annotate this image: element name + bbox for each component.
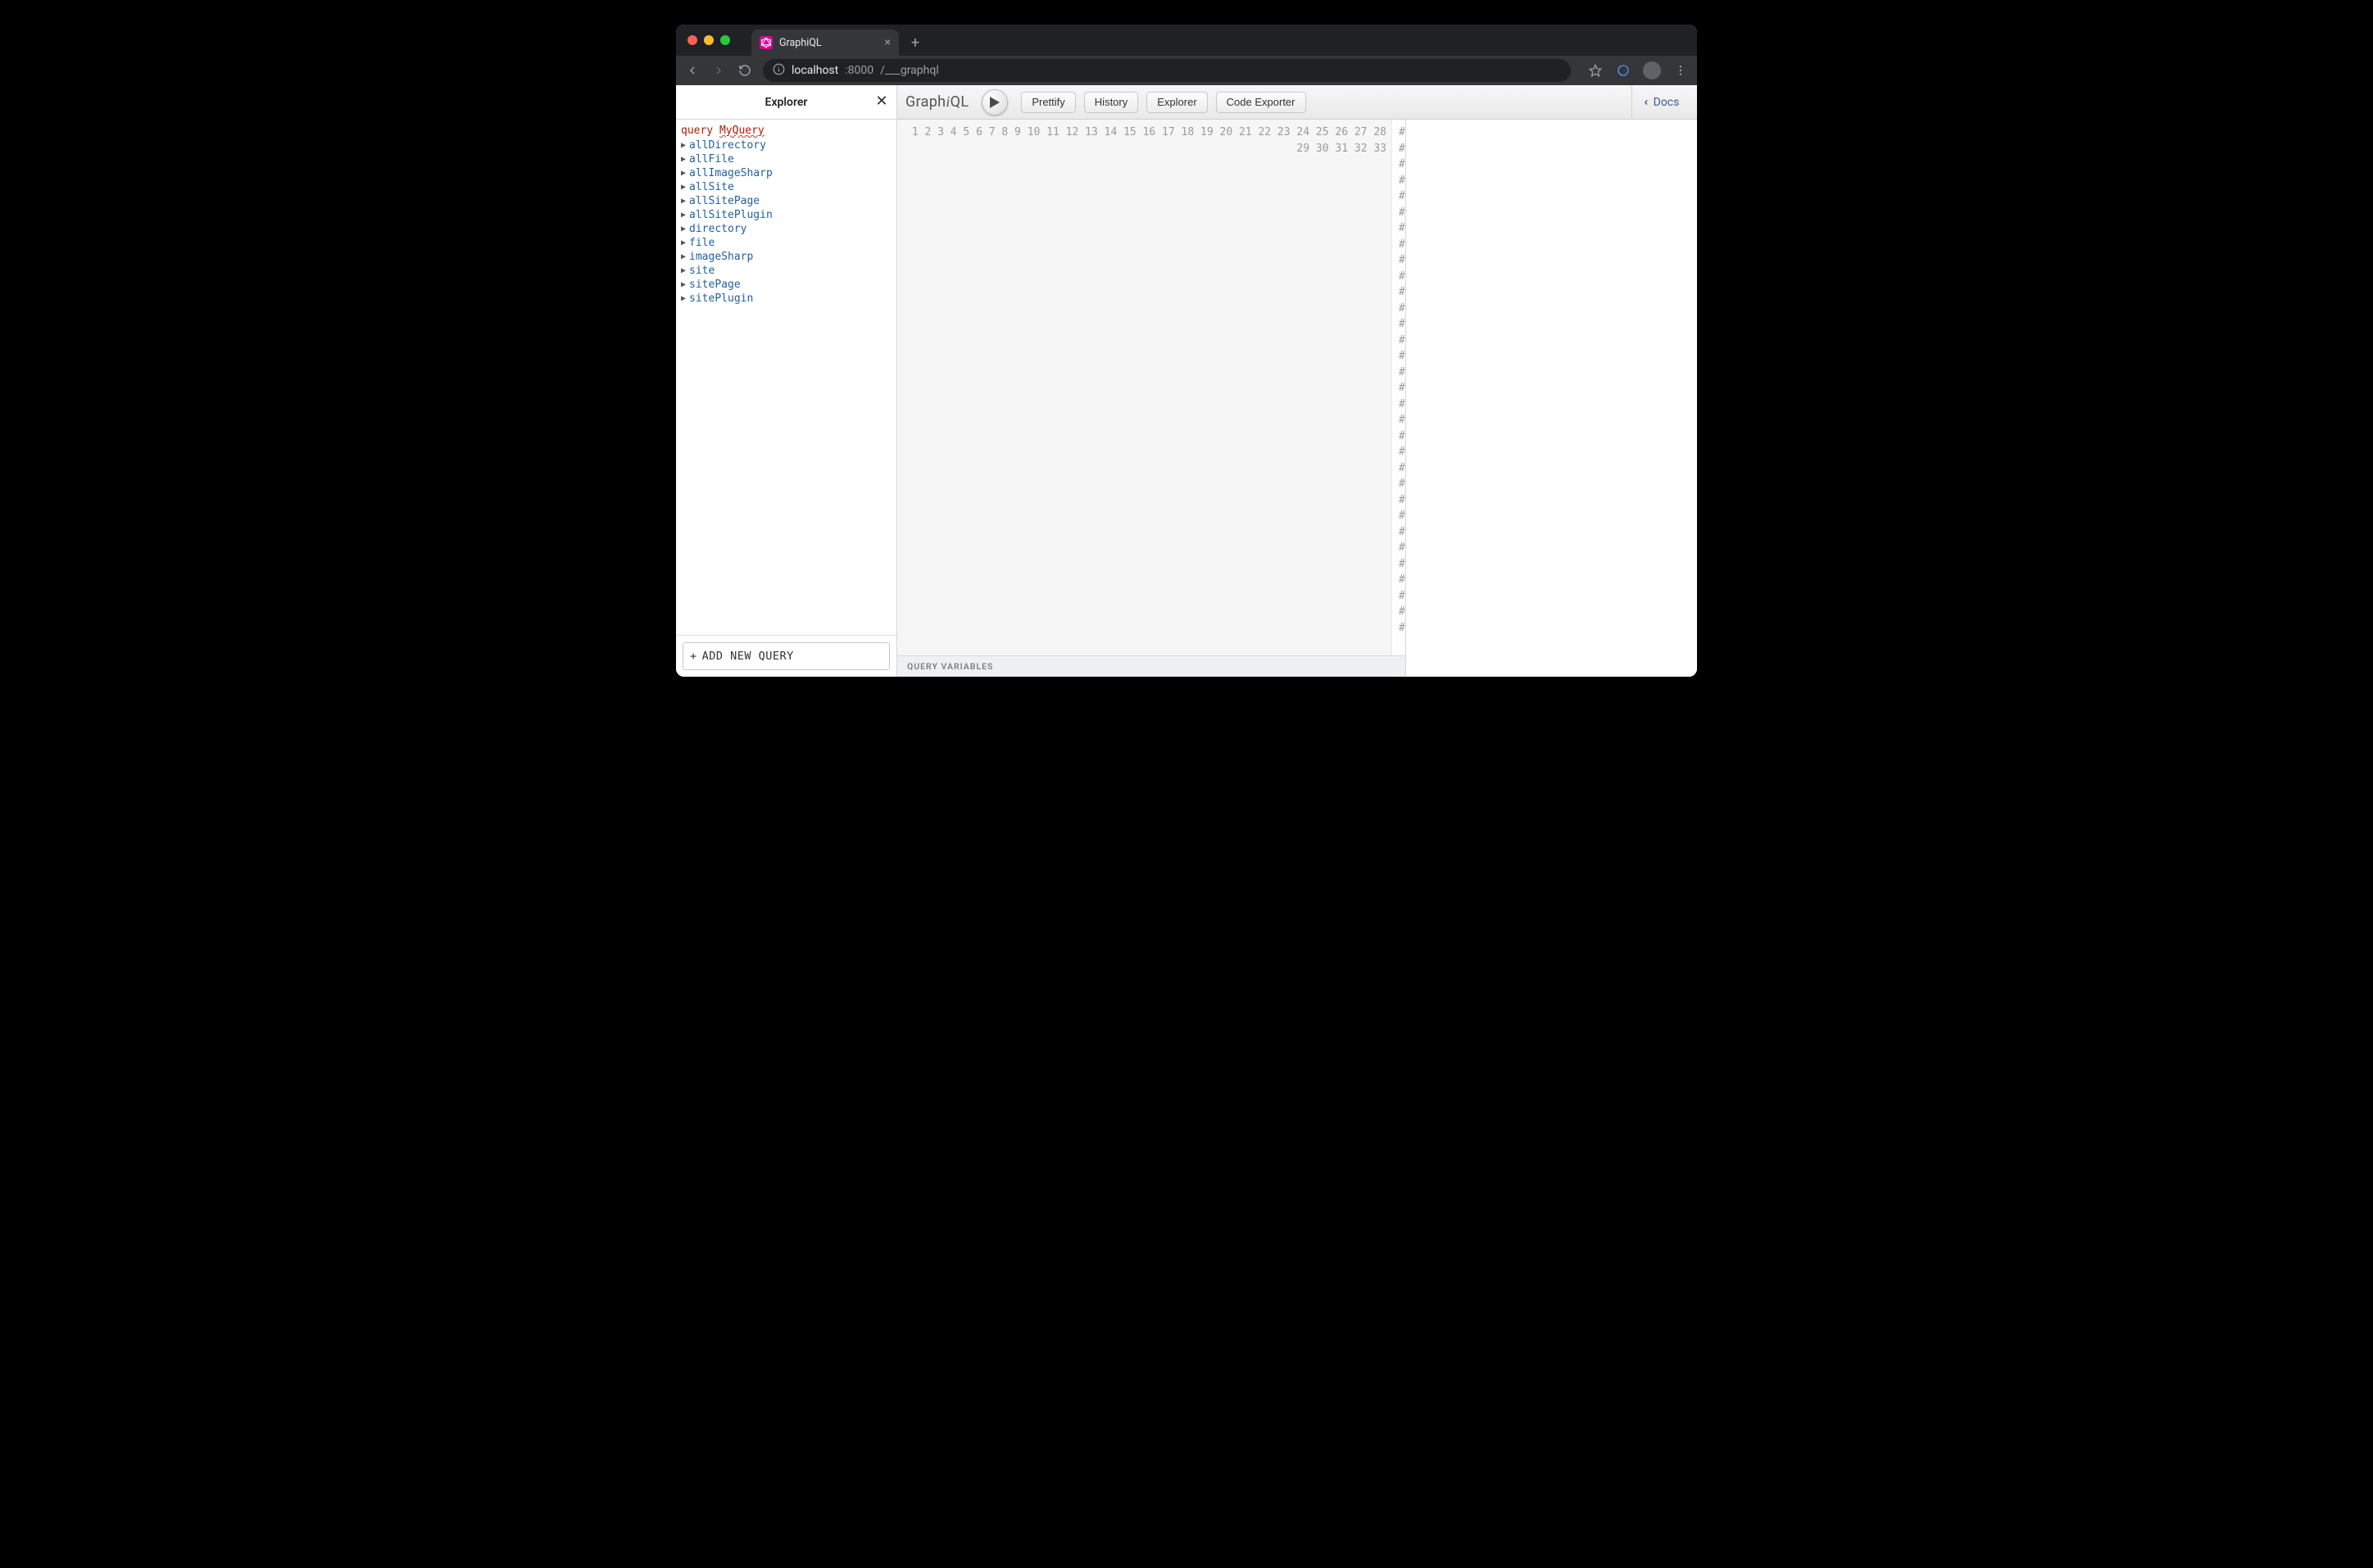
explorer-field[interactable]: ▶imageSharp [679, 250, 893, 264]
explorer-footer: + ADD NEW QUERY [676, 635, 896, 677]
explorer-field-label: allSitePlugin [689, 209, 773, 221]
forward-button[interactable] [710, 62, 727, 79]
explorer-field[interactable]: ▶allImageSharp [679, 166, 893, 180]
editor-gutter: 1 2 3 4 5 6 7 8 9 10 11 12 13 14 15 16 1… [897, 120, 1392, 655]
url-path: /___graphql [880, 64, 939, 77]
explorer-field-label: sitePlugin [689, 292, 753, 305]
caret-right-icon: ▶ [681, 155, 686, 164]
caret-right-icon: ▶ [681, 266, 686, 275]
titlebar: GraphiQL × + [676, 25, 1697, 56]
explorer-field[interactable]: ▶allDirectory [679, 138, 893, 152]
plus-icon: + [690, 650, 697, 663]
explorer-field-label: imageSharp [689, 251, 753, 263]
explorer-title: Explorer [765, 96, 808, 109]
explorer-field-label: directory [689, 223, 746, 235]
caret-right-icon: ▶ [681, 169, 686, 178]
query-editor[interactable]: 1 2 3 4 5 6 7 8 9 10 11 12 13 14 15 16 1… [897, 120, 1405, 655]
docs-label: Docs [1654, 96, 1680, 109]
window-zoom-button[interactable] [720, 35, 730, 45]
explorer-field-label: site [689, 265, 715, 277]
url-port: :8000 [845, 64, 873, 77]
results-pane [1406, 120, 1697, 677]
back-button[interactable] [684, 62, 701, 79]
explorer-field[interactable]: ▶site [679, 264, 893, 278]
caret-right-icon: ▶ [681, 280, 686, 289]
editor-content[interactable]: # Welcome to GraphiQL # # GraphiQL is an… [1392, 120, 1405, 655]
caret-right-icon: ▶ [681, 238, 686, 247]
workspace: 1 2 3 4 5 6 7 8 9 10 11 12 13 14 15 16 1… [897, 120, 1697, 677]
caret-right-icon: ▶ [681, 183, 686, 192]
explorer-field[interactable]: ▶file [679, 236, 893, 250]
explorer-close-icon[interactable] [875, 93, 888, 111]
explorer-field[interactable]: ▶allSitePage [679, 194, 893, 208]
explorer-field[interactable]: ▶allSite [679, 180, 893, 194]
urlbar-actions [1587, 61, 1689, 79]
explorer-field-label: file [689, 237, 715, 249]
query-keyword: query [681, 125, 713, 137]
explorer-header: Explorer [676, 85, 896, 120]
execute-button[interactable] [982, 89, 1008, 116]
graphiql-toolbar: GraphiQL Prettify History Explorer Code … [897, 85, 1697, 120]
explorer-field[interactable]: ▶allFile [679, 152, 893, 166]
explorer-body: query MyQuery ▶allDirectory▶allFile▶allI… [676, 120, 896, 635]
explorer-field-label: sitePage [689, 279, 741, 291]
profile-avatar[interactable] [1643, 61, 1661, 79]
reload-button[interactable] [737, 62, 753, 79]
window-minimize-button[interactable] [704, 35, 714, 45]
chevron-left-icon [1642, 97, 1650, 107]
query-variables-bar[interactable]: QUERY VARIABLES [897, 655, 1405, 677]
browser-tab[interactable]: GraphiQL × [751, 29, 899, 56]
explorer-field-label: allDirectory [689, 139, 766, 152]
caret-right-icon: ▶ [681, 224, 686, 233]
history-button[interactable]: History [1084, 92, 1138, 113]
prettify-button[interactable]: Prettify [1021, 92, 1075, 113]
add-new-query-label: ADD NEW QUERY [702, 650, 794, 663]
site-info-icon[interactable] [773, 63, 785, 79]
explorer-field[interactable]: ▶allSitePlugin [679, 208, 893, 222]
explorer-field-label: allImageSharp [689, 167, 773, 179]
caret-right-icon: ▶ [681, 252, 686, 261]
add-new-query-button[interactable]: + ADD NEW QUERY [683, 642, 890, 670]
extension-icon[interactable] [1615, 62, 1631, 79]
browser-menu-icon[interactable] [1672, 62, 1689, 79]
explorer-field[interactable]: ▶directory [679, 222, 893, 236]
url-host: localhost [792, 64, 838, 77]
browser-window: GraphiQL × + localhost :8000 /___graphql [676, 25, 1697, 677]
graphiql-app: Explorer query MyQuery ▶allDirectory▶all… [676, 85, 1697, 677]
tab-strip: GraphiQL × + [751, 25, 927, 56]
tab-close-icon[interactable]: × [885, 37, 891, 48]
url-bar: localhost :8000 /___graphql [676, 56, 1697, 85]
tab-title: GraphiQL [779, 37, 822, 49]
query-variables-label: QUERY VARIABLES [907, 661, 993, 672]
caret-right-icon: ▶ [681, 197, 686, 206]
explorer-field[interactable]: ▶sitePlugin [679, 292, 893, 306]
caret-right-icon: ▶ [681, 211, 686, 220]
logo-prefix: Graph [905, 93, 946, 111]
code-exporter-button[interactable]: Code Exporter [1216, 92, 1306, 113]
explorer-field[interactable]: ▶sitePage [679, 278, 893, 292]
graphiql-logo: GraphiQL [905, 93, 969, 111]
docs-button[interactable]: Docs [1631, 85, 1689, 119]
explorer-query-declaration[interactable]: query MyQuery [679, 123, 893, 138]
explorer-button[interactable]: Explorer [1146, 92, 1207, 113]
main-panel: GraphiQL Prettify History Explorer Code … [897, 85, 1697, 677]
omnibox[interactable]: localhost :8000 /___graphql [763, 59, 1571, 82]
explorer-field-label: allFile [689, 153, 734, 165]
logo-suffix: QL [951, 93, 969, 111]
caret-right-icon: ▶ [681, 294, 686, 303]
query-name: MyQuery [719, 125, 765, 137]
graphql-favicon-icon [760, 36, 773, 49]
explorer-field-label: allSite [689, 181, 734, 193]
bookmark-icon[interactable] [1587, 62, 1604, 79]
explorer-panel: Explorer query MyQuery ▶allDirectory▶all… [676, 85, 897, 677]
window-close-button[interactable] [687, 35, 697, 45]
explorer-field-label: allSitePage [689, 195, 760, 207]
caret-right-icon: ▶ [681, 141, 686, 150]
new-tab-button[interactable]: + [904, 31, 927, 54]
window-controls [684, 25, 735, 56]
editor-pane: 1 2 3 4 5 6 7 8 9 10 11 12 13 14 15 16 1… [897, 120, 1406, 677]
